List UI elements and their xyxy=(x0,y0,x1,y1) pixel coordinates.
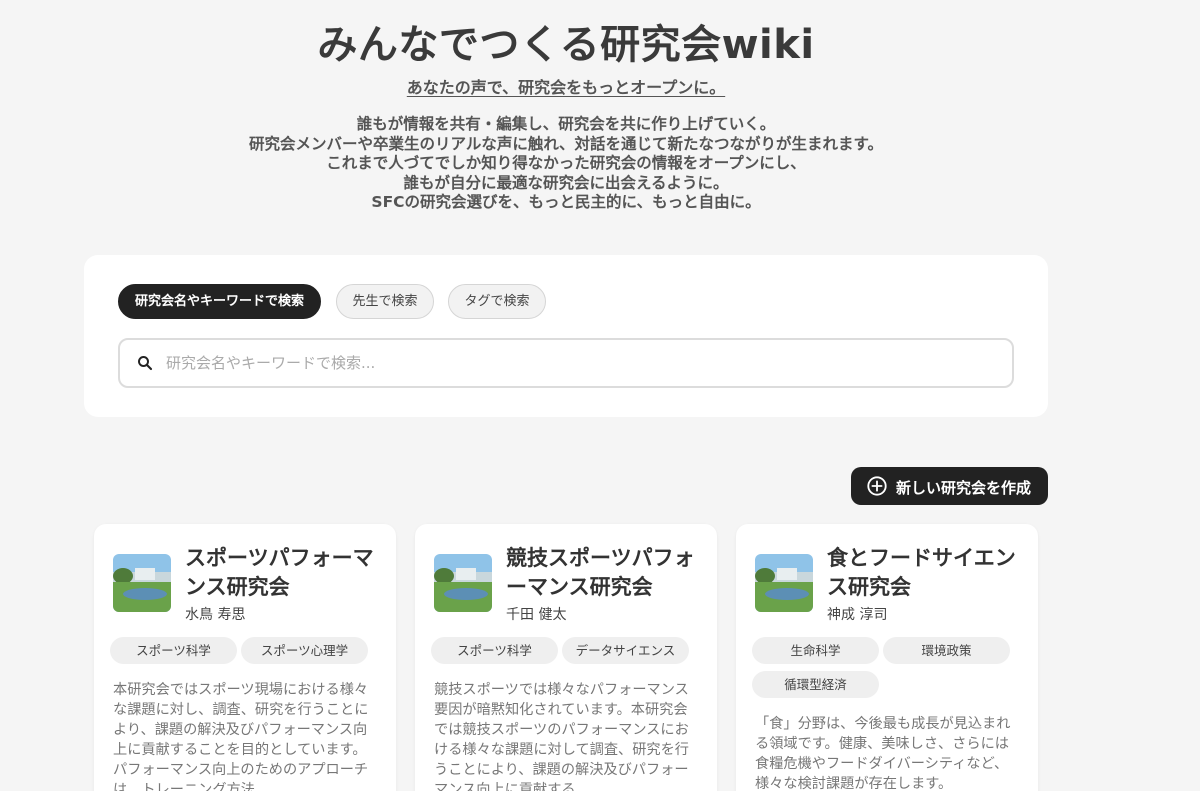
search-icon xyxy=(138,356,153,371)
search-box xyxy=(118,338,1014,388)
tag-chip[interactable]: スポーツ科学 xyxy=(110,637,237,664)
lab-description: 競技スポーツでは様々なパフォーマンス要因が暗黙知化されています。本研究会では競技… xyxy=(434,682,689,791)
tag-list: 生命科学 環境政策循環型経済 xyxy=(752,637,1028,705)
lab-title[interactable]: 食とフードサイエンス研究会 xyxy=(827,544,1027,602)
lab-title[interactable]: 競技スポーツパフォーマンス研究会 xyxy=(506,544,706,602)
lab-title[interactable]: スポーツパフォーマンス研究会 xyxy=(185,544,385,602)
lab-description: 本研究会ではスポーツ現場における様々な課題に対し、調査、研究を行うことにより、課… xyxy=(113,682,369,791)
intro-line: 研究会メンバーや卒業生のリアルな声に触れ、対話を通じて新たなつながりが生まれます… xyxy=(249,134,883,153)
tag-list: スポーツ科学 データサイエンス xyxy=(431,637,707,671)
lab-card[interactable]: 食とフードサイエンス研究会 神成 淳司 生命科学 環境政策循環型経済 「食」分野は… xyxy=(736,524,1038,791)
tab-professor-search[interactable]: 先生で検索 xyxy=(336,284,434,319)
intro-line: SFCの研究会選びを、もっと民主的に、もっと自由に。 xyxy=(371,193,761,211)
intro-text: 誰もが情報を共有・編集し、研究会を共に作り上げていく。 研究会メンバーや卒業生の… xyxy=(0,115,1132,213)
page-title: みんなでつくる研究会wiki xyxy=(317,22,815,68)
lab-thumbnail xyxy=(434,554,492,612)
intro-line: 誰もが情報を共有・編集し、研究会を共に作り上げていく。 xyxy=(356,115,776,133)
create-lab-label: 新しい研究会を作成 xyxy=(896,479,1032,497)
tag-chip[interactable]: スポーツ科学 xyxy=(431,637,558,664)
lab-description: 「食」分野は、今後最も成長が見込まれる領域です。健康、美味しさ、さらには食糧危機… xyxy=(755,716,1011,791)
intro-line: これまで人づてでしか知り得なかった研究会の情報をオープンにし、 xyxy=(326,154,806,172)
tag-chip[interactable]: 生命科学 xyxy=(752,637,879,664)
search-panel: 研究会名やキーワードで検索 先生で検索 タグで検索 xyxy=(84,255,1048,417)
professor-name: 千田 健太 xyxy=(506,607,567,623)
plus-circle-icon xyxy=(867,476,887,496)
lab-card[interactable]: スポーツパフォーマンス研究会 水鳥 寿思 スポーツ科学 スポーツ心理学 本研究会で… xyxy=(94,524,396,791)
tag-chip[interactable]: 環境政策 xyxy=(883,637,1010,664)
tab-tag-search[interactable]: タグで検索 xyxy=(448,284,546,319)
professor-name: 神成 淳司 xyxy=(827,607,888,623)
lab-thumbnail xyxy=(755,554,813,612)
professor-name: 水鳥 寿思 xyxy=(185,607,246,623)
search-input[interactable] xyxy=(166,342,996,384)
tab-keyword-search[interactable]: 研究会名やキーワードで検索 xyxy=(118,284,321,319)
lab-card[interactable]: 競技スポーツパフォーマンス研究会 千田 健太 スポーツ科学 データサイエンス 競技… xyxy=(415,524,717,791)
tag-chip[interactable]: スポーツ心理学 xyxy=(241,637,368,664)
intro-line: 誰もが自分に最適な研究会に出会えるように。 xyxy=(403,173,729,192)
lab-thumbnail xyxy=(113,554,171,612)
tag-chip[interactable]: 循環型経済 xyxy=(752,671,879,698)
tagline: あなたの声で、研究会をもっとオープンに。 xyxy=(406,78,726,97)
tag-chip[interactable]: データサイエンス xyxy=(562,637,689,664)
create-lab-button[interactable]: 新しい研究会を作成 xyxy=(851,467,1048,505)
tag-list: スポーツ科学 スポーツ心理学 xyxy=(110,637,386,671)
